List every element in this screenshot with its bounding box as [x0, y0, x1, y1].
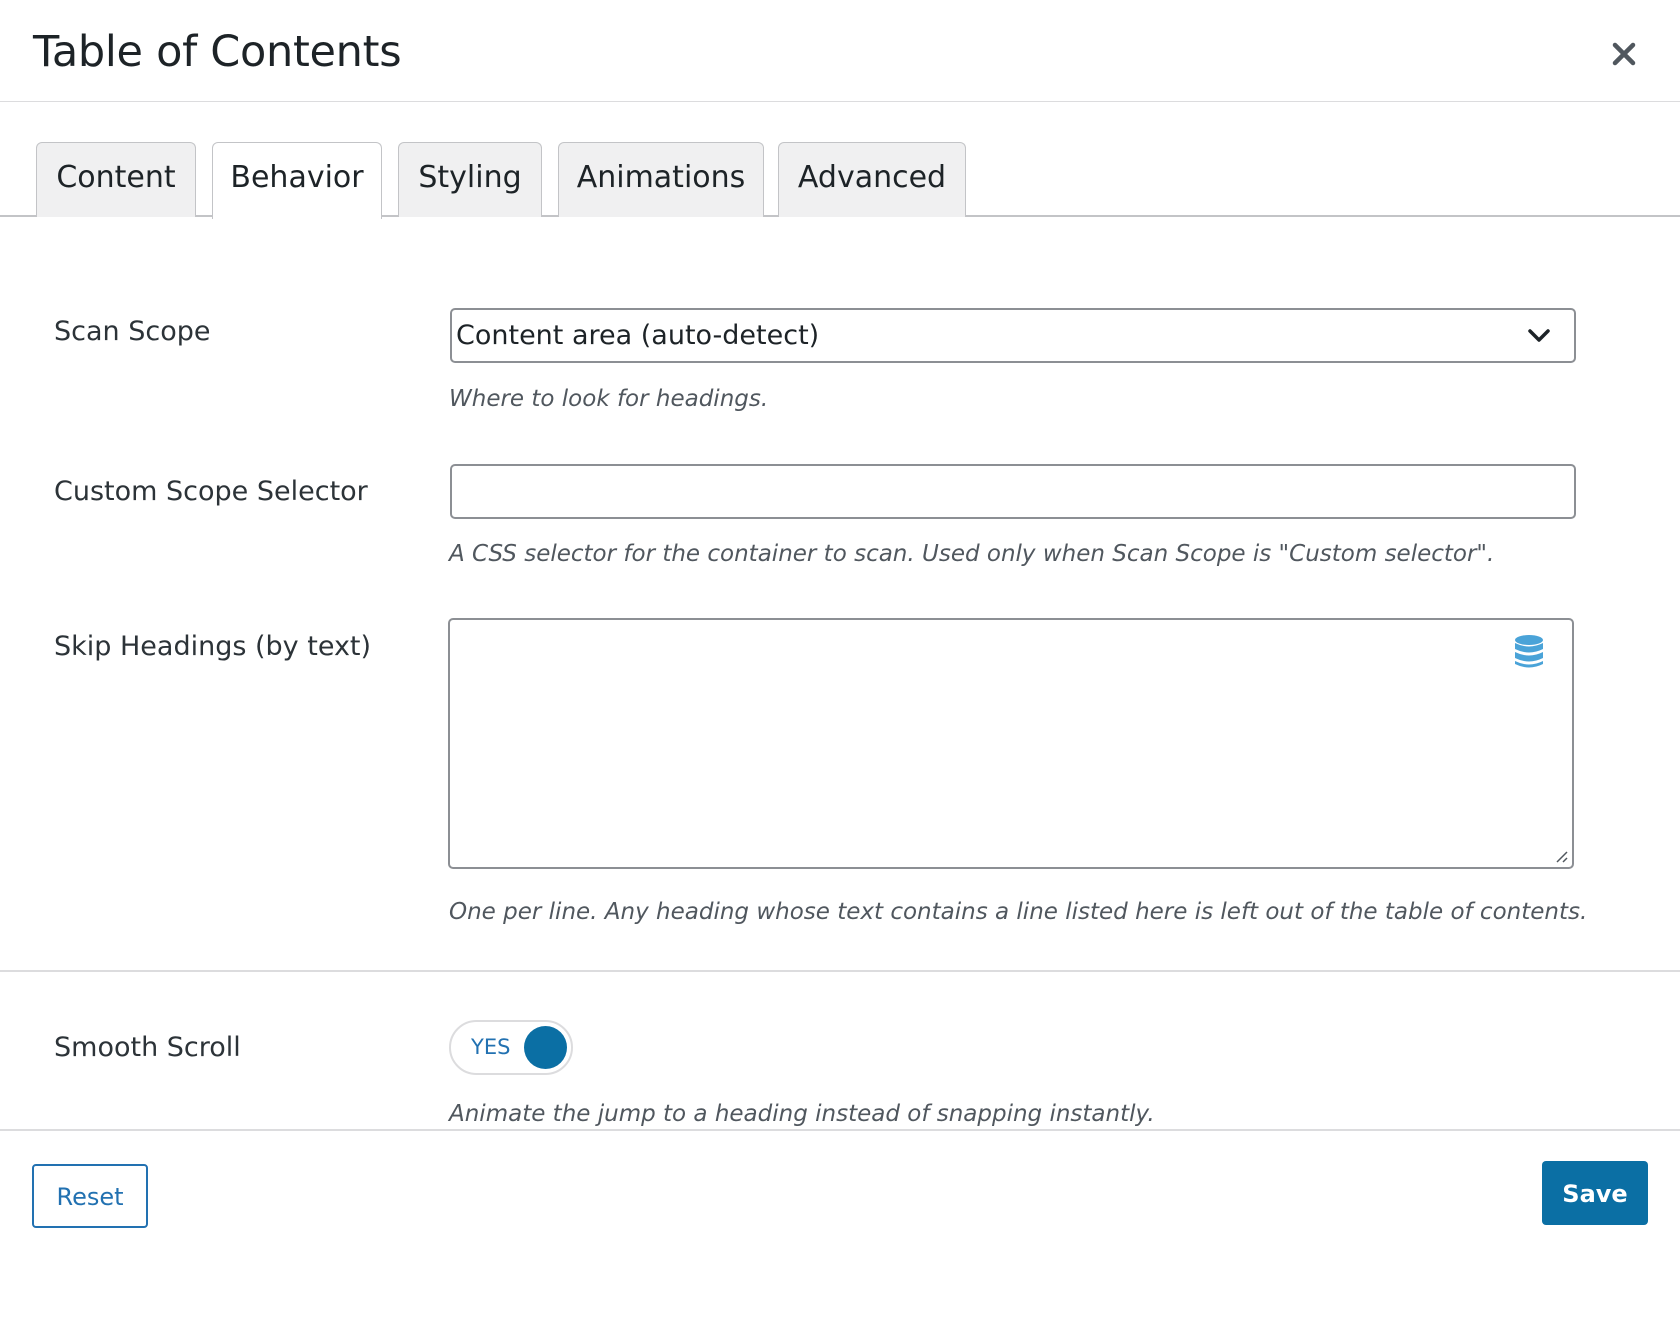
custom-scope-selector-input[interactable]	[450, 464, 1576, 519]
smooth-scroll-label: Smooth Scroll	[54, 1032, 241, 1063]
skip-headings-textarea[interactable]	[450, 620, 1572, 867]
close-icon	[1612, 42, 1636, 66]
tab-animations[interactable]: Animations	[558, 142, 764, 217]
skip-headings-field	[448, 618, 1574, 869]
dialog-header: Table of Contents	[0, 0, 1680, 102]
custom-scope-selector-label: Custom Scope Selector	[54, 476, 368, 507]
tab-content[interactable]: Content	[36, 142, 196, 217]
tab-behavior[interactable]: Behavior	[212, 142, 382, 219]
chevron-down-icon	[1528, 329, 1550, 342]
reset-button[interactable]: Reset	[32, 1164, 148, 1228]
toggle-knob	[524, 1026, 567, 1069]
scan-scope-label: Scan Scope	[54, 316, 211, 347]
dialog-title: Table of Contents	[33, 27, 402, 77]
scan-scope-select[interactable]: Content area (auto-detect)	[450, 308, 1576, 363]
close-button[interactable]	[1604, 34, 1644, 74]
smooth-scroll-help: Animate the jump to a heading instead of…	[449, 1101, 1155, 1127]
skip-headings-help: One per line. Any heading whose text con…	[449, 899, 1588, 925]
skip-headings-label: Skip Headings (by text)	[54, 631, 372, 662]
tab-styling[interactable]: Styling	[398, 142, 542, 217]
scan-scope-help: Where to look for headings.	[449, 386, 769, 412]
save-button[interactable]: Save	[1542, 1161, 1648, 1225]
tab-advanced[interactable]: Advanced	[778, 142, 966, 217]
smooth-scroll-toggle[interactable]: YES	[449, 1020, 573, 1075]
dialog-footer: Reset Save	[0, 1129, 1680, 1320]
custom-scope-selector-help: A CSS selector for the container to scan…	[449, 541, 1495, 567]
resize-handle-icon[interactable]	[1554, 849, 1568, 863]
database-icon[interactable]	[1514, 634, 1544, 670]
toggle-state-label: YES	[471, 1035, 511, 1059]
scan-scope-selected-value: Content area (auto-detect)	[456, 320, 820, 351]
settings-tabs: Content Behavior Styling Animations Adva…	[0, 101, 1680, 219]
table-of-contents-dialog: Table of Contents Content Behavior Styli…	[0, 0, 1680, 1320]
section-divider	[0, 970, 1680, 972]
